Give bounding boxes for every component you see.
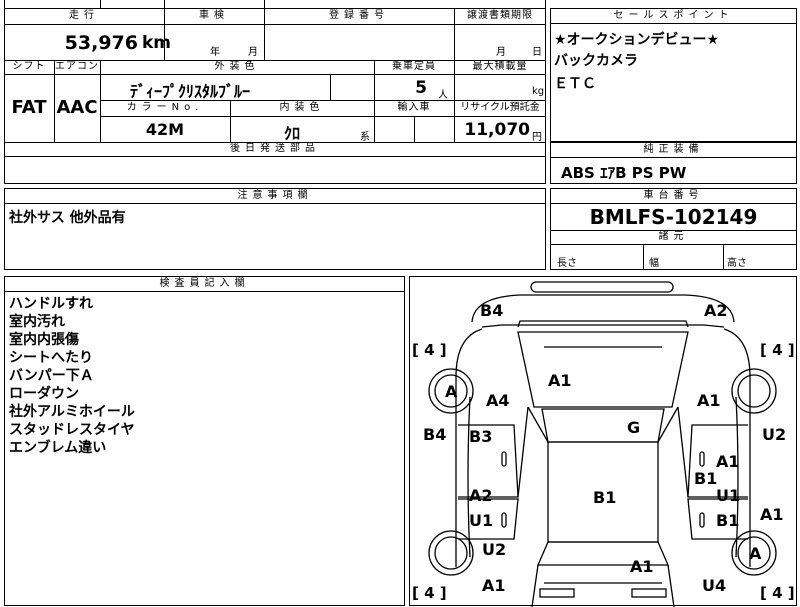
inspector-line: シートへたり (9, 350, 93, 366)
hood-outline (517, 331, 689, 408)
inspection-header: 車検 (199, 10, 229, 21)
mark-right-rear-edge: A1 (760, 505, 784, 524)
width-label: 幅 (649, 258, 659, 269)
exterior-color-value: ﾃﾞｨｰﾌﾟｸﾘｽﾀﾙﾌﾞﾙｰ (130, 82, 251, 101)
mark-right-front-edge: U2 (762, 425, 787, 444)
notes-header: 注意事項欄 (237, 190, 313, 201)
inspector-line: エンブレム違い (9, 440, 107, 456)
mark-front-bumper-right: A2 (704, 301, 728, 320)
dims-header: 諸元 (658, 231, 689, 242)
interior-color-header: 内装色 (279, 102, 325, 113)
mark-left-front-edge: B4 (423, 425, 447, 444)
inspector-line: ローダウン (9, 386, 79, 402)
transfer-docs-header: 譲渡書類期限 (467, 10, 533, 21)
mileage-unit: km (142, 33, 172, 53)
tire-bracket-rear-left: [ 4 ] (412, 584, 447, 602)
max-load-header: 最大積載量 (472, 61, 528, 72)
capacity-value: 5 (415, 78, 427, 98)
transfer-day-unit: 日 (532, 47, 542, 58)
mark-right-rear-wheel: A (749, 544, 762, 563)
inspector-line: 室内汚れ (9, 314, 65, 330)
inspection-year-unit: 年 (210, 47, 220, 58)
mark-front-bumper-left: B4 (480, 301, 504, 320)
top-stub-fragment (179, 0, 239, 4)
shift-value: FAT (11, 97, 47, 118)
mark-right-front-door-1: A1 (716, 452, 740, 471)
capacity-header: 乗車定員 (392, 61, 436, 72)
transfer-month-unit: 月 (496, 47, 506, 58)
car-diagram-box: [ 4 ] [ 4 ] [ 4 ] [ 4 ] B4 A2 A1 A A4 A1… (409, 276, 797, 607)
capacity-unit: 人 (438, 90, 448, 101)
inspection-month-unit: 月 (248, 47, 258, 58)
sales-point-line: バックカメラ (554, 53, 638, 69)
mark-left-rear-door-2: U1 (469, 511, 494, 530)
mark-rear-bumper-right: U4 (702, 576, 727, 595)
sales-point-line: ★オークションデビュー★ (554, 32, 720, 48)
chassis-box: 車台番号 BMLFS-102149 諸元 長さ 幅 高さ (550, 188, 797, 270)
sales-point-line: ＥＴＣ (554, 76, 596, 92)
shift-header: シフト (12, 61, 46, 72)
front-bumper-top (530, 281, 674, 293)
chassis-number: BMLFS-102149 (589, 205, 758, 229)
mileage-value: 53,976 (64, 32, 138, 54)
tire-bracket-front-left: [ 4 ] (412, 341, 447, 359)
top-form: 走行 車検 登録番号 譲渡書類期限 53,976 km 年 月 月 日 シフト … (4, 0, 546, 184)
later-parts-header: 後日発送部品 (230, 143, 320, 154)
mark-left-front-door: B3 (469, 427, 493, 446)
inspector-line: ハンドルすれ (9, 296, 93, 312)
mark-right-rear-door-2: B1 (716, 511, 740, 530)
max-load-unit: kg (532, 86, 545, 97)
aircon-header: エアコン (55, 61, 99, 72)
chassis-header: 車台番号 (643, 190, 704, 201)
mileage-header: 走行 (69, 10, 99, 21)
recycle-header: リサイクル預託金 (460, 102, 540, 113)
front-bumper-outline (471, 294, 735, 323)
genuine-equipment-box: 純正装備 ABS ｴｱB PS PW (550, 142, 797, 184)
sales-points-box: セールスポイント ★オークションデビュー★ バックカメラ ＥＴＣ (550, 8, 797, 142)
windshield (541, 408, 665, 443)
height-label: 高さ (727, 258, 747, 269)
mark-left-front-wheel: A (445, 382, 458, 401)
mark-right-front-door-2: B1 (694, 469, 718, 488)
mark-left-rear-fender: U2 (482, 540, 507, 559)
mark-rear-bumper-left: A1 (482, 576, 506, 595)
mark-windshield: G (627, 418, 641, 437)
mark-hood: A1 (548, 371, 572, 390)
tire-bracket-front-right: [ 4 ] (760, 341, 795, 359)
genuine-equipment-header: 純正装備 (643, 144, 704, 155)
car-diagram (428, 281, 777, 607)
inspector-header: 検査員記入欄 (159, 278, 250, 289)
exterior-color-header: 外装色 (214, 61, 260, 72)
import-header: 輸入車 (397, 102, 431, 113)
notes-box: 注意事項欄 社外サス 他外品有 (4, 188, 546, 270)
inspector-line: 室内内張傷 (9, 332, 79, 348)
recycle-unit: 円 (532, 132, 542, 143)
recycle-value: 11,070 (464, 120, 530, 140)
mark-left-rear-door-1: A2 (469, 486, 493, 505)
inspector-line: バンパー下Ａ (9, 368, 94, 384)
mark-left-front-fender: A4 (486, 391, 510, 410)
inspector-box: 検査員記入欄 ハンドルすれ 室内汚れ 室内内張傷 シートへたり バンパー下Ａ ロ… (4, 276, 405, 606)
inspector-line: スタッドレスタイヤ (9, 422, 135, 438)
mark-roof: B1 (593, 488, 617, 507)
mark-right-front-fender: A1 (697, 391, 721, 410)
length-label: 長さ (557, 258, 577, 269)
registration-header: 登録番号 (329, 10, 389, 21)
interior-color-value: ｸﾛ (284, 124, 301, 143)
aircon-value: AAC (56, 97, 98, 118)
notes-value: 社外サス 他外品有 (9, 210, 126, 226)
interior-color-suffix: 系 (360, 132, 370, 143)
sales-points-header: セールスポイント (613, 10, 734, 21)
mark-trunk: A1 (630, 557, 654, 576)
tire-bracket-rear-right: [ 4 ] (760, 584, 795, 602)
inspector-line: 社外アルミホイール (9, 404, 135, 420)
mark-right-rear-door-1: U1 (716, 486, 741, 505)
color-no-value: 42M (145, 120, 185, 139)
genuine-equipment-value: ABS ｴｱB PS PW (561, 164, 687, 182)
color-no-header: カラーNo. (126, 102, 204, 113)
